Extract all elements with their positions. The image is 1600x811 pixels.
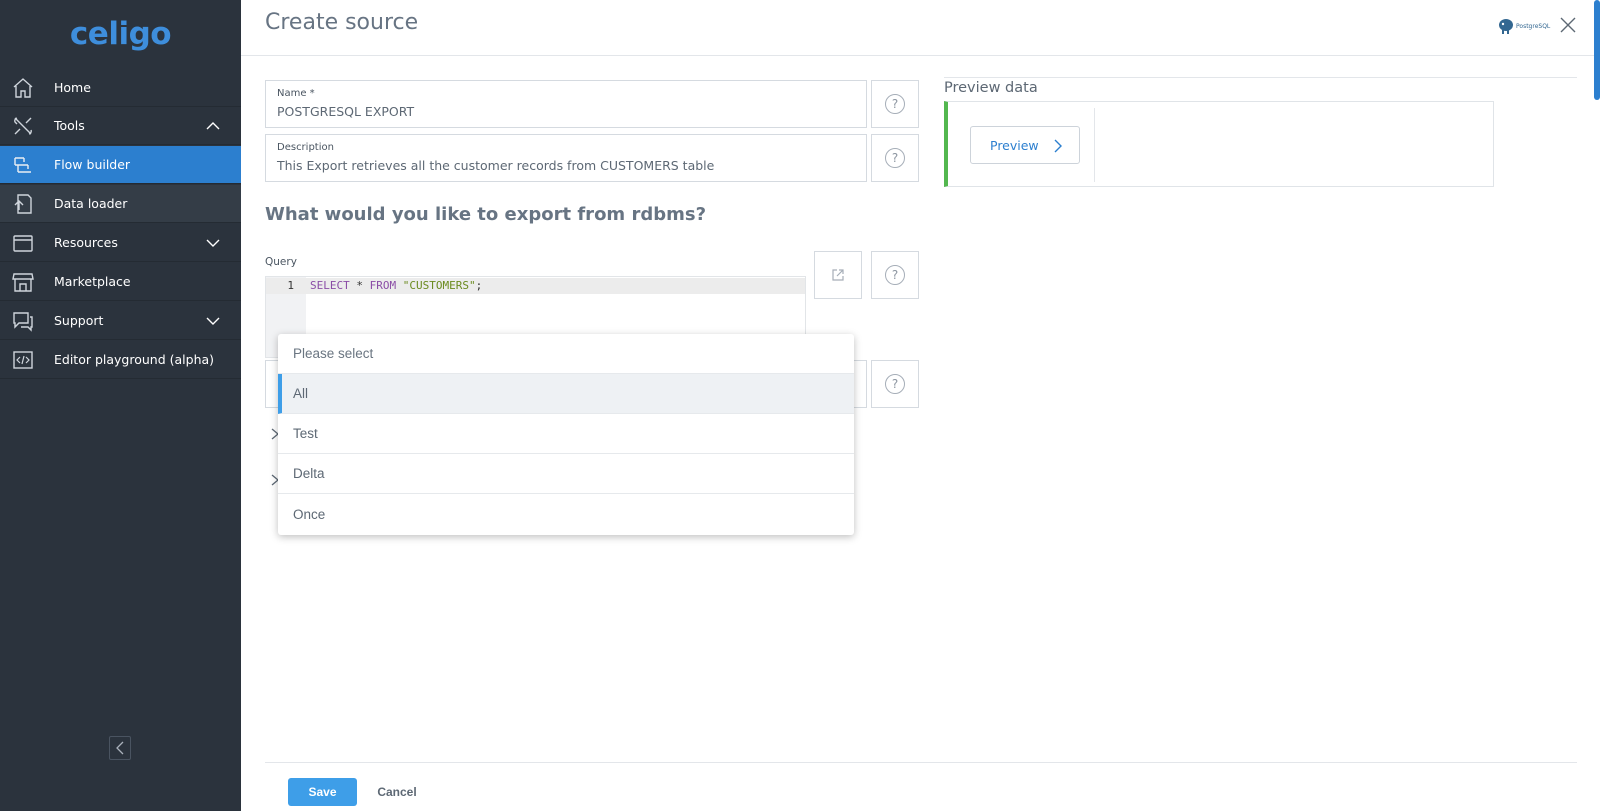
data-loader-icon bbox=[14, 194, 32, 214]
preview-button[interactable]: Preview bbox=[970, 126, 1080, 164]
preview-title: Preview data bbox=[944, 80, 1038, 96]
header-divider bbox=[241, 55, 1600, 56]
postgresql-elephant-icon bbox=[1499, 19, 1513, 34]
sidebar-item-label: Tools bbox=[54, 118, 85, 133]
name-field-label: Name * bbox=[277, 88, 315, 99]
logo-text: celigo bbox=[69, 16, 172, 52]
preview-panel: Preview bbox=[944, 101, 1494, 187]
resources-icon bbox=[13, 235, 33, 252]
query-help-button[interactable]: ? bbox=[871, 251, 919, 299]
sidebar-item-home[interactable]: Home bbox=[0, 69, 241, 107]
postgresql-logo-text: PostgreSQL bbox=[1516, 22, 1551, 30]
description-field-label: Description bbox=[277, 142, 334, 153]
marketplace-icon bbox=[12, 273, 34, 292]
code-keyword: FROM bbox=[369, 279, 397, 292]
preview-inner-divider bbox=[1094, 108, 1095, 182]
sidebar-item-label: Support bbox=[54, 313, 104, 328]
help-icon: ? bbox=[885, 265, 905, 285]
sidebar-item-label: Data loader bbox=[54, 196, 128, 211]
sidebar-item-label: Resources bbox=[54, 235, 118, 250]
flow-builder-icon bbox=[14, 157, 31, 173]
export-type-help-button[interactable]: ? bbox=[871, 360, 919, 408]
chevron-left-icon bbox=[116, 741, 124, 755]
sidebar-item-editor-playground[interactable]: Editor playground (alpha) bbox=[0, 341, 241, 379]
save-button[interactable]: Save bbox=[288, 778, 357, 806]
sidebar-item-label: Marketplace bbox=[54, 274, 131, 289]
code-text: * bbox=[349, 279, 370, 292]
code-text: ; bbox=[475, 279, 483, 292]
preview-divider bbox=[944, 77, 1577, 78]
cancel-button[interactable]: Cancel bbox=[371, 778, 423, 806]
chevron-down-icon bbox=[206, 239, 220, 247]
help-icon: ? bbox=[885, 94, 905, 114]
footer-divider bbox=[265, 762, 1577, 763]
sidebar-item-label: Home bbox=[54, 80, 91, 95]
code-text-space bbox=[396, 279, 403, 292]
description-field-value[interactable]: This Export retrieves all the customer r… bbox=[277, 158, 714, 173]
sidebar-item-marketplace[interactable]: Marketplace bbox=[0, 263, 241, 301]
tools-icon bbox=[14, 117, 32, 135]
query-code-line[interactable]: SELECT * FROM "CUSTOMERS"; bbox=[310, 279, 482, 292]
scrollbar[interactable] bbox=[1594, 0, 1600, 100]
name-help-button[interactable]: ? bbox=[871, 80, 919, 128]
help-icon: ? bbox=[885, 374, 905, 394]
sidebar: celigo Home Tools Flow builder Data load… bbox=[0, 0, 241, 811]
sidebar-item-support[interactable]: Support bbox=[0, 302, 241, 340]
dropdown-option-please-select[interactable]: Please select bbox=[278, 334, 854, 374]
description-field[interactable]: Description This Export retrieves all th… bbox=[265, 134, 867, 182]
close-icon[interactable] bbox=[1559, 16, 1577, 34]
export-type-dropdown[interactable]: Please select All Test Delta Once bbox=[278, 334, 854, 535]
code-keyword: SELECT bbox=[310, 279, 350, 292]
sidebar-item-flow-builder[interactable]: Flow builder bbox=[0, 146, 241, 184]
collapse-sidebar-button[interactable] bbox=[109, 736, 131, 760]
dropdown-option-test[interactable]: Test bbox=[278, 414, 854, 454]
section-heading: What would you like to export from rdbms… bbox=[265, 204, 707, 225]
dropdown-option-delta[interactable]: Delta bbox=[278, 454, 854, 494]
postgresql-logo: PostgreSQL bbox=[1497, 16, 1551, 36]
code-string: "CUSTOMERS" bbox=[402, 279, 476, 292]
help-icon: ? bbox=[885, 148, 905, 168]
chevron-right-icon bbox=[1054, 139, 1062, 153]
chevron-up-icon bbox=[206, 122, 220, 130]
external-link-icon bbox=[832, 269, 844, 281]
dropdown-option-all[interactable]: All bbox=[278, 374, 854, 414]
sidebar-item-label: Flow builder bbox=[54, 157, 131, 172]
sidebar-item-tools[interactable]: Tools bbox=[0, 107, 241, 145]
name-field[interactable]: Name * POSTGRESQL EXPORT bbox=[265, 80, 867, 128]
chevron-down-icon bbox=[206, 317, 220, 325]
support-icon bbox=[13, 312, 33, 332]
query-label: Query bbox=[265, 256, 297, 268]
preview-button-label: Preview bbox=[990, 137, 1039, 153]
sidebar-item-label: Editor playground (alpha) bbox=[54, 352, 215, 367]
home-icon bbox=[13, 78, 33, 98]
dropdown-option-once[interactable]: Once bbox=[278, 494, 854, 534]
name-field-value[interactable]: POSTGRESQL EXPORT bbox=[277, 104, 414, 119]
line-number: 1 bbox=[287, 279, 294, 292]
celigo-logo[interactable]: celigo bbox=[0, 0, 241, 68]
sidebar-item-resources[interactable]: Resources bbox=[0, 224, 241, 262]
description-help-button[interactable]: ? bbox=[871, 134, 919, 182]
page-title: Create source bbox=[265, 10, 419, 35]
open-editor-button[interactable] bbox=[814, 251, 862, 299]
sidebar-item-data-loader[interactable]: Data loader bbox=[0, 185, 241, 223]
code-icon bbox=[13, 351, 33, 369]
